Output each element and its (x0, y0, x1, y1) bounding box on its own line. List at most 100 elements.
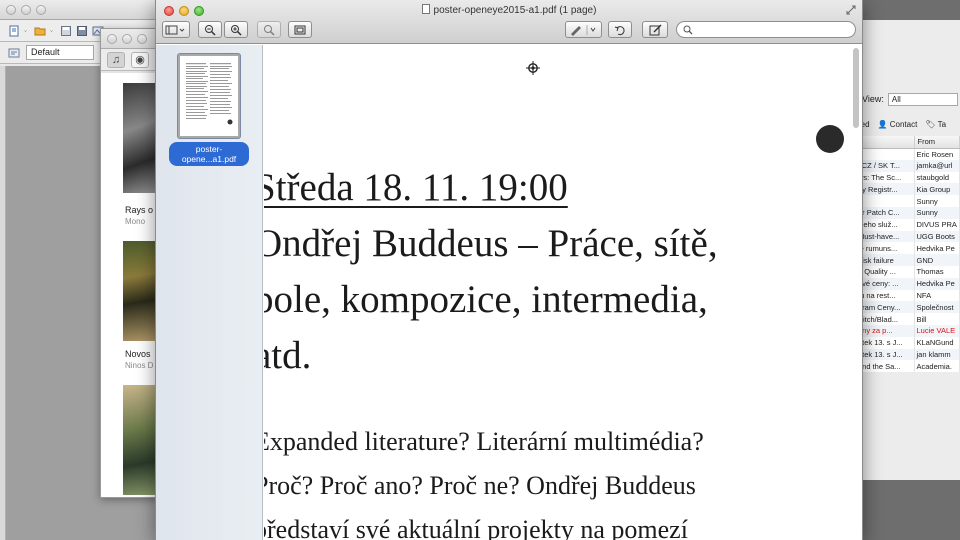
close-icon[interactable] (107, 34, 117, 44)
zoom-icon[interactable] (36, 5, 46, 15)
search-field[interactable] (676, 21, 856, 38)
message-sender: KLaNGund (914, 336, 960, 349)
message-row[interactable]: i jeho služ... DIVUS PRA (856, 218, 960, 231)
chevron-down-icon[interactable] (50, 25, 56, 37)
message-subject: h Quality ... (856, 265, 915, 278)
album-artist: Mono (125, 217, 146, 226)
message-subject: je rumuns... (856, 242, 915, 255)
message-row[interactable]: ws: The Sc... staubgold (856, 171, 960, 184)
zoom-icon[interactable] (137, 34, 147, 44)
rotate-button[interactable] (608, 21, 632, 38)
zoom-out-icon (205, 24, 216, 36)
message-row[interactable]: átek 13. s J... KLaNGund (856, 336, 960, 349)
mail-tab[interactable]: 👤 Contact (878, 120, 918, 129)
share-icon (294, 25, 306, 34)
message-subject: ic (856, 195, 915, 207)
message-row[interactable]: icSunny (856, 195, 960, 207)
close-icon[interactable] (6, 5, 16, 15)
message-row[interactable]: rtEric Rosen (856, 148, 960, 160)
fullscreen-icon[interactable] (846, 5, 856, 15)
message-row[interactable]: Pitch/Blad... Bill (856, 313, 960, 325)
minimize-icon[interactable] (21, 5, 31, 15)
zoom-out-button[interactable] (198, 21, 222, 38)
message-row[interactable]: Must-have... UGG Boots (856, 230, 960, 243)
pdf-page-view[interactable]: Středa 18. 11. 19:00 Ondřej Buddeus – Pr… (264, 45, 862, 540)
message-row[interactable]: h Quality ... Thomas (856, 265, 960, 278)
message-row[interactable]: and the Sa... Academia. (856, 360, 960, 373)
message-row[interactable]: tu na rest... NFA (856, 289, 960, 302)
open-folder-icon[interactable] (34, 25, 46, 37)
message-sender: jan klamm (914, 348, 960, 361)
view-menu-button[interactable] (162, 21, 190, 38)
black-dot-mark (816, 125, 844, 153)
column-header-from[interactable]: From (914, 136, 960, 149)
message-sender: jamka@url (914, 159, 960, 172)
message-sender: Sunny (914, 195, 960, 207)
mail-tab-label: Contact (889, 119, 918, 129)
office-titlebar (0, 0, 159, 20)
markup-button[interactable] (565, 21, 602, 38)
album-title: Novos (125, 349, 151, 359)
save-as-icon[interactable] (76, 25, 88, 37)
message-sender: Academia. (914, 360, 960, 373)
message-sender: NFA (914, 289, 960, 302)
message-sender: Sunny (914, 206, 960, 219)
event-title-line: Ondřej Buddeus – Práce, sítě, (264, 222, 718, 265)
message-row[interactable]: l CZ / SK T... jamka@url (856, 159, 960, 172)
album-title: Rays o (125, 205, 154, 215)
paragraph-style-select[interactable]: Default (26, 45, 94, 60)
styles-icon[interactable] (8, 47, 20, 59)
message-subject: ové ceny: ... (856, 277, 915, 290)
message-sender: Thomas (914, 265, 960, 278)
mail-tab-label: Ta (937, 119, 947, 129)
mail-view-bar: View: All (856, 90, 960, 108)
search-icon (683, 25, 693, 35)
message-subject: i jeho služ... (856, 218, 915, 231)
zoom-to-fit-icon (264, 24, 275, 36)
message-sender: Společnost (914, 301, 960, 314)
column-header-subject[interactable] (856, 136, 915, 149)
vertical-scrollbar[interactable] (853, 48, 859, 128)
media-tabs: ♫ ◉ (101, 49, 159, 71)
message-row[interactable]: er Patch C... Sunny (856, 206, 960, 219)
message-row[interactable]: gram Ceny... Společnost (856, 301, 960, 314)
music-note-icon[interactable]: ♫ (107, 51, 125, 68)
message-sender: Bill (914, 313, 960, 325)
message-row[interactable]: ové ceny: ... Hedvika Pe (856, 277, 960, 290)
message-row[interactable]: disk failure GND (856, 254, 960, 266)
thumbnail-filename[interactable]: poster- opene...a1.pdf (169, 142, 249, 166)
message-sender: DIVUS PRA (914, 218, 960, 231)
edit-icon (649, 24, 661, 35)
preview-window: poster-openeye2015-a1.pdf (1 page) poste… (155, 0, 863, 540)
page-thumbnail[interactable] (178, 54, 240, 138)
message-row[interactable]: je rumuns... Hedvika Pe (856, 242, 960, 255)
message-subject: átek 13. s J... (856, 348, 915, 361)
message-subject: Pitch/Blad... (856, 313, 915, 325)
rotate-left-icon (614, 25, 625, 35)
podcast-icon[interactable]: ◉ (131, 51, 149, 68)
event-date: Středa 18. 11. 19:00 (264, 166, 568, 209)
save-icon[interactable] (60, 25, 72, 37)
message-subject: gram Ceny... (856, 301, 915, 314)
message-row[interactable]: átek 13. s J... jan klamm (856, 348, 960, 361)
zoom-in-button[interactable] (224, 21, 248, 38)
share-button[interactable] (288, 21, 312, 38)
message-sender: Hedvika Pe (914, 242, 960, 255)
media-list: Rays o Mono Novos Ninos D (101, 73, 159, 497)
event-title-line: pole, kompozice, intermedia, (264, 278, 708, 321)
message-subject: er Patch C... (856, 206, 915, 219)
window-title: poster-openeye2015-a1.pdf (1 page) (156, 4, 862, 16)
annotate-button[interactable] (642, 21, 668, 38)
message-row[interactable]: ny Registr... Kia Group (856, 183, 960, 196)
view-select[interactable]: All (887, 92, 958, 106)
new-document-icon[interactable] (8, 25, 20, 37)
thumbnail-page-preview (184, 60, 234, 132)
minimize-icon[interactable] (122, 34, 132, 44)
mail-tab[interactable]: 🏷 Ta (925, 120, 946, 129)
chevron-down-icon[interactable] (24, 25, 30, 37)
message-subject: átek 13. s J... (856, 336, 915, 349)
message-subject: l CZ / SK T... (856, 159, 915, 172)
message-row[interactable]: ěny za p... Lucie VALE (856, 324, 960, 337)
zoom-to-fit-button[interactable] (257, 21, 281, 38)
message-subject: and the Sa... (856, 360, 915, 373)
